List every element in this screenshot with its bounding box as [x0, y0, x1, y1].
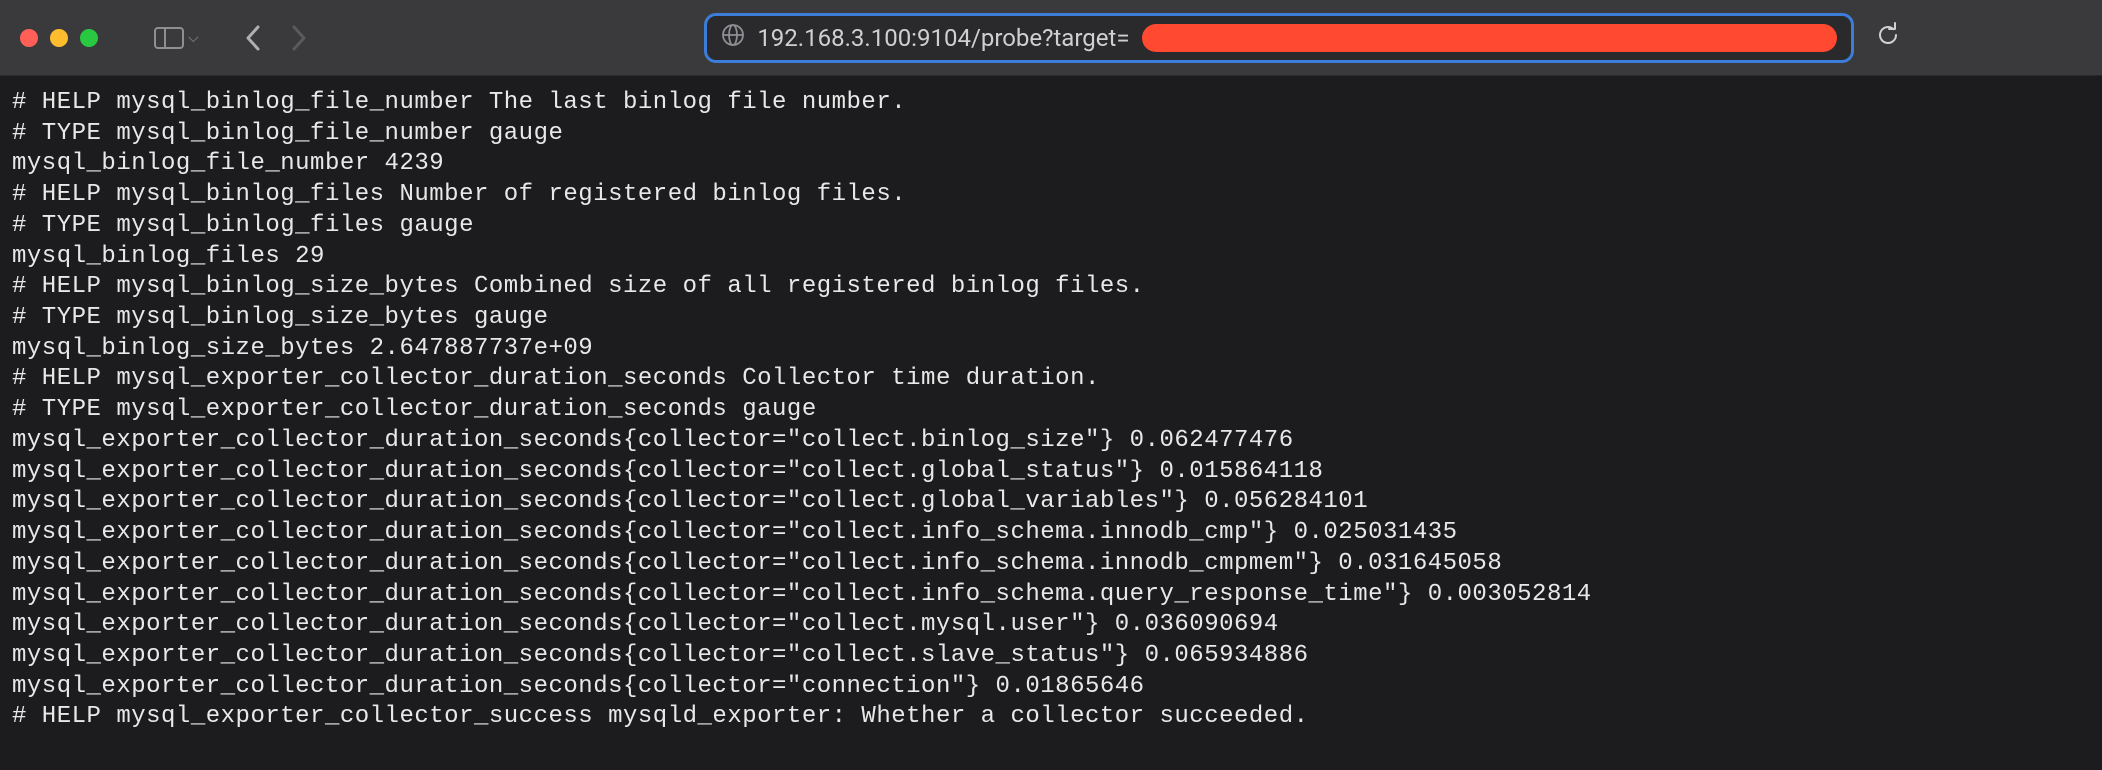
sidebar-icon — [154, 27, 184, 49]
maximize-window-button[interactable] — [80, 29, 98, 47]
url-text: 192.168.3.100:9104/probe?target= — [757, 24, 1129, 52]
redacted-url-segment — [1142, 24, 1838, 52]
address-bar-wrapper: 192.168.3.100:9104/probe?target= — [523, 13, 2082, 63]
navigation-arrows — [245, 25, 307, 51]
globe-icon — [721, 23, 745, 53]
close-window-button[interactable] — [20, 29, 38, 47]
sidebar-toggle[interactable]: ⌵ — [154, 27, 199, 49]
chevron-down-icon[interactable]: ⌵ — [188, 30, 199, 46]
reload-button[interactable] — [1876, 22, 1900, 54]
back-button[interactable] — [245, 25, 261, 51]
page-content: # HELP mysql_binlog_file_number The last… — [0, 76, 2102, 745]
address-bar[interactable]: 192.168.3.100:9104/probe?target= — [704, 13, 1854, 63]
forward-button[interactable] — [291, 25, 307, 51]
minimize-window-button[interactable] — [50, 29, 68, 47]
browser-toolbar: ⌵ 192.168.3.100:9104/probe?target= — [0, 0, 2102, 76]
window-controls — [20, 29, 98, 47]
